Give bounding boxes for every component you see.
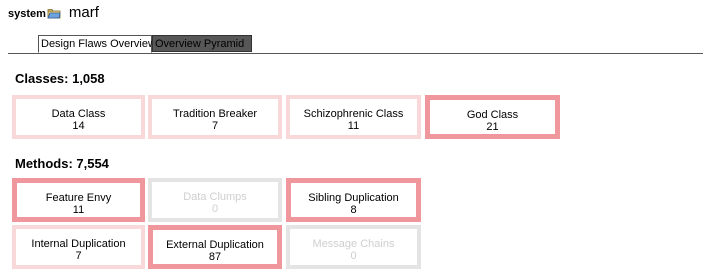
system-label-text: system <box>8 8 46 20</box>
system-label: system <box>8 8 61 20</box>
card-internal-duplication[interactable]: Internal Duplication 7 <box>12 225 145 269</box>
classes-title: Classes: 1,058 <box>15 71 105 86</box>
card-value: 11 <box>72 204 85 216</box>
header: system marf <box>8 5 99 20</box>
card-label: Feature Envy <box>45 192 112 204</box>
card-external-duplication[interactable]: External Duplication 87 <box>148 225 282 269</box>
project-name: marf <box>68 4 99 21</box>
card-value: 8 <box>350 204 357 216</box>
card-label: Message Chains <box>312 238 395 250</box>
card-data-class[interactable]: Data Class 14 <box>12 95 145 139</box>
card-value: 11 <box>347 120 360 132</box>
card-label: Sibling Duplication <box>308 192 399 204</box>
card-label: External Duplication <box>166 239 264 251</box>
tab-bar: Design Flaws Overview Overview Pyramid <box>8 35 703 54</box>
card-label: Data Class <box>51 108 106 120</box>
card-value: 14 <box>72 120 85 132</box>
card-value: 21 <box>486 121 499 133</box>
card-label: Tradition Breaker <box>173 108 257 120</box>
card-label: God Class <box>466 109 519 121</box>
card-value: 0 <box>350 250 357 262</box>
card-message-chains[interactable]: Message Chains 0 <box>286 225 421 269</box>
folder-icon <box>47 8 61 18</box>
methods-title: Methods: 7,554 <box>15 156 109 171</box>
card-schizophrenic-class[interactable]: Schizophrenic Class 11 <box>286 95 421 139</box>
card-tradition-breaker[interactable]: Tradition Breaker 7 <box>148 95 282 139</box>
card-label: Internal Duplication <box>31 238 126 250</box>
card-label: Data Clumps <box>183 191 247 203</box>
card-value: 0 <box>211 203 219 215</box>
tab-overview-pyramid[interactable]: Overview Pyramid <box>152 35 252 52</box>
card-god-class[interactable]: God Class 21 <box>425 95 560 139</box>
tab-design-flaws-overview[interactable]: Design Flaws Overview <box>38 35 156 53</box>
card-data-clumps[interactable]: Data Clumps 0 <box>148 178 282 222</box>
card-value: 87 <box>208 251 222 263</box>
card-value: 7 <box>75 250 82 262</box>
card-feature-envy[interactable]: Feature Envy 11 <box>12 178 145 222</box>
card-sibling-duplication[interactable]: Sibling Duplication 8 <box>286 178 421 222</box>
card-label: Schizophrenic Class <box>303 108 404 120</box>
card-value: 7 <box>211 120 219 132</box>
